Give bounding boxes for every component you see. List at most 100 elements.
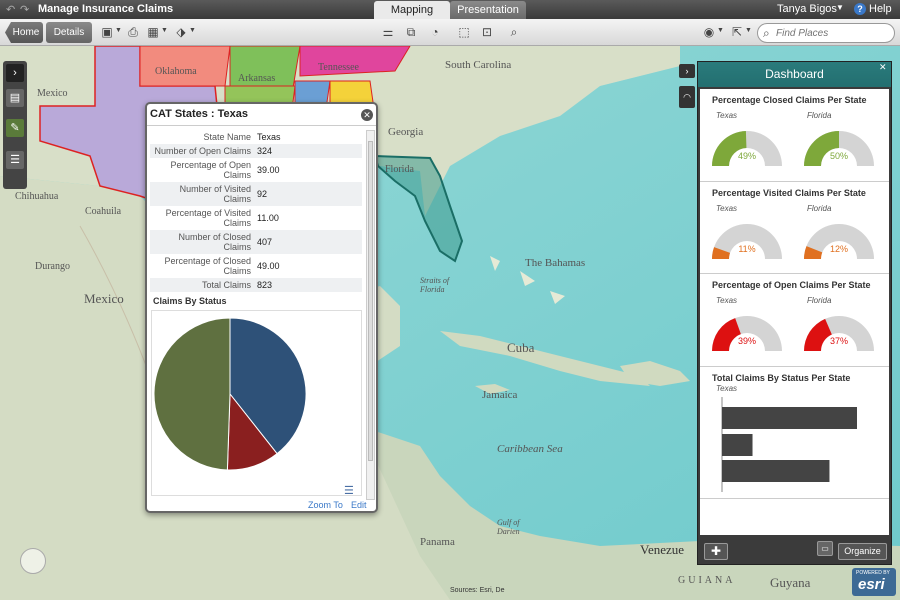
table-row: Total Claims 823	[150, 278, 362, 292]
select-area-icon[interactable]: ⊡	[480, 25, 494, 39]
attribute-value: Texas	[257, 132, 281, 142]
gauge-state-label: Texas	[716, 204, 738, 213]
navigation-control[interactable]	[20, 548, 46, 574]
home-button[interactable]: Home	[5, 22, 43, 43]
list-icon[interactable]: ☰	[6, 151, 24, 169]
zoom-to-link[interactable]: Zoom To	[308, 500, 343, 510]
edit-link[interactable]: Edit	[351, 500, 367, 510]
bar-visited-claims[interactable]	[722, 434, 753, 456]
measure-icon[interactable]: ◔	[428, 25, 442, 39]
chevron-down-icon[interactable]: ▼	[189, 27, 196, 34]
attribute-key: Percentage of Closed Claims	[164, 256, 251, 276]
attribute-key: Number of Visited Claims	[150, 182, 254, 206]
tab-mapping[interactable]: Mapping	[374, 1, 450, 19]
gauge: 50%	[804, 129, 874, 167]
pie-chart	[153, 317, 307, 471]
scroll-thumb[interactable]	[368, 141, 373, 461]
search-box[interactable]: ⌕	[757, 23, 895, 43]
tools-icon[interactable]: ◉	[702, 25, 716, 39]
gauge-value: 50%	[829, 151, 848, 161]
details-button[interactable]: Details	[46, 22, 92, 43]
close-icon[interactable]: ✕	[879, 62, 887, 73]
esri-wordmark: esri	[858, 576, 885, 593]
chevron-down-icon[interactable]: ▼	[717, 27, 724, 34]
help-menu[interactable]: Help	[869, 3, 892, 15]
dashboard-panel: Dashboard ✕ Percentage Closed Claims Per…	[697, 61, 892, 565]
divider	[147, 125, 376, 126]
help-icon[interactable]: ?	[854, 3, 866, 15]
panel-title: Percentage of Open Claims Per State	[712, 280, 871, 290]
legend-icon[interactable]: ▤	[6, 89, 24, 107]
zoom-select-icon[interactable]: ⌕	[507, 25, 521, 39]
list-icon[interactable]: ☰	[344, 484, 354, 497]
bar-open-claims[interactable]	[722, 460, 830, 482]
gauge-panel: Percentage Closed Claims Per State Texas…	[700, 89, 889, 182]
gauge-icon[interactable]: ◠	[679, 86, 695, 108]
map-label-south-carolina: South Carolina	[445, 59, 512, 71]
analysis-icon[interactable]: ⚌	[381, 25, 395, 39]
add-widget-button[interactable]: ✚	[704, 543, 728, 560]
export-icon[interactable]: ⇱	[730, 25, 744, 39]
attribute-value: 324	[254, 144, 362, 158]
gauge: 11%	[712, 222, 782, 260]
map-label-mexico-top: Mexico	[37, 88, 68, 99]
gauge-value: 49%	[737, 151, 756, 161]
map-label-cuba: Cuba	[507, 340, 535, 355]
map-label-arkansas: Arkansas	[238, 73, 276, 84]
attribute-value: 39.00	[257, 165, 280, 175]
close-icon[interactable]: ✕	[361, 109, 373, 121]
popup-scrollbar[interactable]	[366, 130, 375, 500]
save-icon[interactable]: ▣	[100, 25, 114, 39]
bar-closed-claims[interactable]	[722, 407, 857, 429]
table-row: Percentage of Closed Claims 49.00	[150, 254, 362, 278]
expand-panel-button[interactable]: ›	[6, 64, 24, 82]
share-icon[interactable]: ⬗	[174, 25, 188, 39]
gauge-state-label: Florida	[807, 111, 832, 120]
pie-slice-closed-claims[interactable]	[153, 317, 231, 471]
feature-popup: CAT States : Texas ✕ State Name Texas Num…	[145, 102, 378, 513]
select-icon[interactable]: ⬚	[457, 25, 471, 39]
bar-state-label: Texas	[716, 384, 738, 393]
edit-icon[interactable]: ✎	[6, 119, 24, 137]
attribute-value: 407	[254, 230, 362, 254]
map-label-guiana: GUIANA	[678, 575, 736, 586]
panel-title: Percentage Closed Claims Per State	[712, 95, 867, 105]
gauge: 37%	[804, 314, 874, 352]
attribute-key: Percentage of Open Claims	[170, 160, 251, 180]
map-label-durango: Durango	[35, 261, 70, 272]
tab-presentation[interactable]: Presentation	[450, 1, 526, 19]
map-label-jamaica: Jamaica	[482, 389, 518, 401]
table-row: Number of Closed Claims 407	[150, 230, 362, 254]
title-bar: ↶ ↷ Manage Insurance Claims Mapping Pres…	[0, 0, 900, 19]
map-label-venezuela: Venezue	[640, 542, 685, 557]
attribute-key: Number of Open Claims	[150, 144, 254, 158]
redo-icon[interactable]: ↷	[20, 3, 29, 16]
chevron-down-icon[interactable]: ▼	[161, 27, 168, 34]
map-label-caribbean: Caribbean Sea	[497, 443, 563, 455]
map-label-coahuila: Coahuila	[85, 206, 122, 217]
user-menu[interactable]: Tanya Bigos	[777, 3, 837, 15]
layers-icon[interactable]: ⧉	[404, 25, 418, 39]
attribute-value: 49.00	[257, 261, 280, 271]
dashboard-footer: ✚ ▭ Organize	[700, 538, 889, 564]
collapse-dashboard-button[interactable]: ›	[679, 64, 695, 78]
panel-title: Percentage Visited Claims Per State	[712, 188, 866, 198]
esri-logo: POWERED BY esri	[852, 568, 896, 596]
map-label-tennessee: Tennessee	[318, 62, 359, 73]
bar-panel: Total Claims By Status Per State Texas	[700, 367, 889, 499]
table-row: Percentage of Open Claims 39.00	[150, 158, 362, 182]
undo-icon[interactable]: ↶	[6, 3, 15, 16]
chevron-down-icon[interactable]: ▼	[115, 27, 122, 34]
chevron-down-icon[interactable]: ▼	[745, 27, 752, 34]
print-icon[interactable]: ⎙	[126, 25, 140, 39]
search-input[interactable]	[776, 26, 888, 40]
organize-button[interactable]: Organize	[838, 543, 887, 560]
gauge: 49%	[712, 129, 782, 167]
gauge-value: 39%	[737, 336, 756, 346]
comment-icon[interactable]: ▭	[817, 541, 833, 556]
search-icon: ⌕	[763, 26, 770, 40]
chevron-down-icon[interactable]: ▼	[836, 3, 844, 12]
dashboard-body: Percentage Closed Claims Per State Texas…	[700, 89, 889, 535]
map-label-georgia: Georgia	[388, 126, 424, 138]
basemap-icon[interactable]: ▦	[146, 25, 160, 39]
